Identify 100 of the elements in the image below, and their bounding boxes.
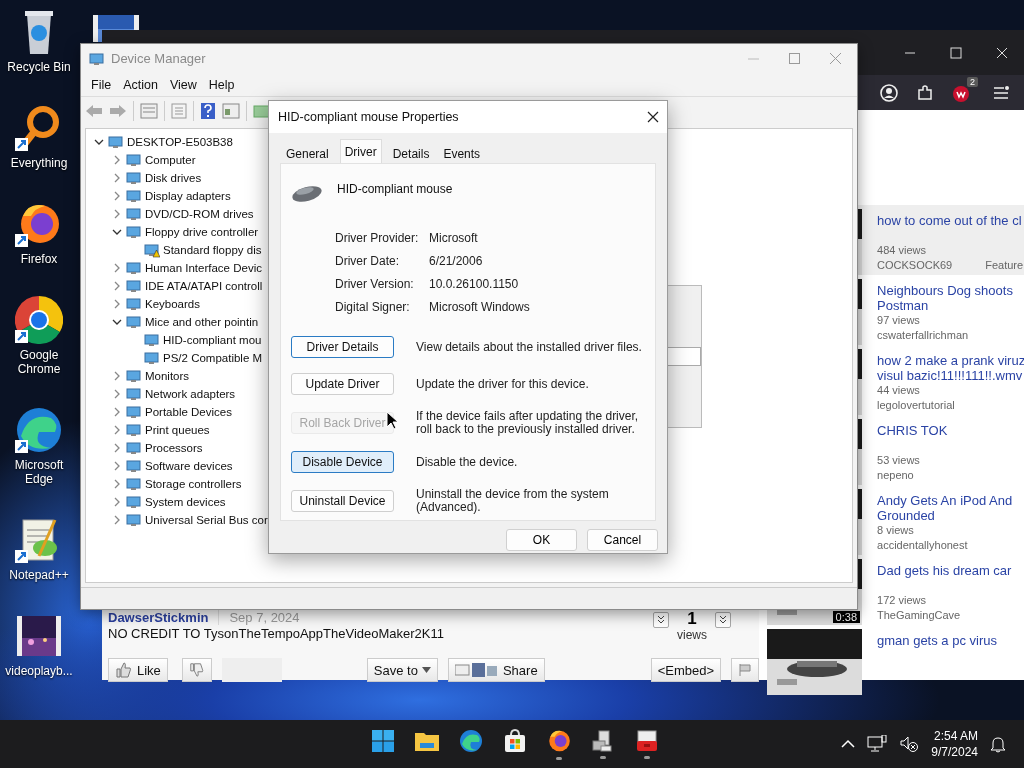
- device-icon: [126, 224, 142, 240]
- dialog-button[interactable]: OK: [506, 529, 577, 551]
- tree-item[interactable]: Monitors: [145, 370, 190, 382]
- tree-item[interactable]: Network adapters: [145, 388, 236, 400]
- tree-item[interactable]: Display adapters: [145, 190, 231, 202]
- tree-item[interactable]: Floppy drive controller: [145, 226, 259, 238]
- chevron-up-icon[interactable]: [841, 739, 856, 749]
- video-title-link[interactable]: Andy Gets An iPod And Grounded: [877, 493, 1024, 523]
- video-title-link[interactable]: Dad gets his dream car: [877, 563, 1024, 593]
- tree-item[interactable]: Universal Serial Bus cor: [145, 514, 268, 526]
- close-icon[interactable]: [647, 111, 659, 123]
- driver-action-button[interactable]: Update Driver: [291, 373, 394, 395]
- desktop-icon-label[interactable]: Everything: [10, 156, 68, 170]
- save-to-button[interactable]: Save to: [366, 658, 438, 682]
- wave-logo-icon[interactable]: [459, 729, 483, 753]
- help-icon[interactable]: [200, 101, 216, 120]
- store-bag-icon[interactable]: [503, 729, 527, 753]
- tree-item[interactable]: HID-compliant mou: [163, 334, 262, 346]
- info-value: 6/21/2006: [429, 254, 484, 268]
- channel-link[interactable]: DawserStickmin: [108, 610, 209, 625]
- muted-speaker-icon[interactable]: [899, 735, 920, 753]
- desktop-icon-label[interactable]: Microsoft Edge: [0, 458, 78, 486]
- driver-action-button[interactable]: Uninstall Device: [291, 490, 394, 512]
- expand-caret-icon[interactable]: [111, 317, 122, 327]
- tree-item[interactable]: IDE ATA/ATAPI controll: [145, 280, 263, 292]
- uploader-name: nepeno: [877, 468, 914, 483]
- computer-device-icon[interactable]: [591, 729, 615, 753]
- properties-icon[interactable]: [222, 102, 240, 119]
- info-value: Microsoft: [429, 231, 479, 245]
- tree-item[interactable]: Portable Devices: [145, 406, 232, 418]
- uploader-name: cswaterfallrichman: [877, 328, 969, 343]
- tab[interactable]: Driver: [339, 139, 382, 163]
- action-description: Uninstall the device from the system (Advanced).: [416, 488, 610, 514]
- expand-button[interactable]: [715, 612, 732, 628]
- expand-button[interactable]: [653, 612, 669, 628]
- device-icon: [108, 134, 124, 150]
- tree-item[interactable]: Mice and other pointin: [145, 316, 259, 328]
- folder-icon[interactable]: [414, 730, 440, 752]
- tree-item[interactable]: Human Interface Devic: [145, 262, 262, 274]
- desktop-icon-label[interactable]: Notepad++: [9, 568, 69, 582]
- video-title-link[interactable]: gman gets a pc virus: [877, 633, 1024, 663]
- menu-item[interactable]: Action: [117, 77, 164, 92]
- driver-action-button[interactable]: Disable Device: [291, 451, 394, 473]
- dislike-button[interactable]: [181, 658, 212, 682]
- tab[interactable]: General: [281, 143, 334, 163]
- device-icon: [126, 188, 142, 204]
- tree-item[interactable]: System devices: [145, 496, 226, 508]
- device-icon: [126, 296, 142, 312]
- video-title-link[interactable]: how to come out of the cl: [877, 213, 1024, 243]
- start-button[interactable]: [371, 729, 395, 753]
- wave-logo-icon[interactable]: [15, 406, 63, 454]
- bell-icon[interactable]: [990, 735, 1006, 753]
- account-icon[interactable]: [880, 83, 898, 102]
- video-title-link[interactable]: how 2 make a prank viruz visul bazic!11!!!111!!.wmv: [877, 353, 1024, 383]
- desktop-icon-label[interactable]: videoplayb...: [5, 664, 73, 678]
- duration-label: 0:38: [832, 611, 861, 623]
- tree-item[interactable]: Print queues: [145, 424, 210, 436]
- clock-time[interactable]: 2:54 AM: [933, 728, 978, 744]
- info-label: Driver Version:: [335, 277, 415, 291]
- driver-action-button[interactable]: Driver Details: [291, 336, 394, 358]
- tab[interactable]: Events: [438, 143, 486, 163]
- tree-item[interactable]: PS/2 Compatible M: [163, 352, 263, 364]
- fox-logo-icon[interactable]: [546, 728, 572, 754]
- action-description: Disable the device.: [416, 455, 518, 469]
- menu-icon[interactable]: [992, 83, 1010, 102]
- embed-button[interactable]: <Embed>: [650, 658, 722, 682]
- featured-label: Feature: [985, 258, 1024, 273]
- tree-item[interactable]: Standard floppy dis: [163, 244, 262, 256]
- tree-item[interactable]: Storage controllers: [145, 478, 242, 490]
- expand-caret-icon[interactable]: [111, 227, 122, 237]
- tree-item[interactable]: Disk drives: [145, 172, 202, 184]
- ring-logo-icon[interactable]: [15, 296, 63, 344]
- tree-item[interactable]: Software devices: [145, 460, 233, 472]
- desktop-icon-label[interactable]: Google Chrome: [0, 348, 78, 376]
- tree-item[interactable]: DESKTOP-E503B38: [127, 136, 233, 148]
- info-label: Driver Provider:: [335, 231, 420, 245]
- dialog-button[interactable]: Cancel: [587, 529, 658, 551]
- menu-item[interactable]: Help: [202, 77, 241, 92]
- view-count: 44 views: [877, 383, 921, 398]
- share-button[interactable]: Share: [447, 658, 545, 682]
- video-title-link[interactable]: CHRIS TOK: [877, 423, 1024, 453]
- toolbox-icon[interactable]: [635, 729, 659, 753]
- video-title-link[interactable]: Neighbours Dog shoots Postman: [877, 283, 1024, 313]
- tree-item[interactable]: Processors: [145, 442, 203, 454]
- tree-item[interactable]: Computer: [145, 154, 196, 166]
- tab[interactable]: Details: [387, 143, 435, 163]
- dialog-title: HID-compliant mouse Properties: [278, 110, 459, 124]
- info-value: Microsoft Windows: [429, 300, 531, 314]
- tree-item[interactable]: Keyboards: [145, 298, 200, 310]
- window-title: Device Manager: [111, 51, 207, 66]
- puzzle-icon[interactable]: [916, 83, 934, 102]
- expand-caret-icon[interactable]: [93, 137, 104, 147]
- clock-date[interactable]: 9/7/2024: [931, 744, 978, 760]
- menu-item[interactable]: View: [163, 77, 203, 92]
- menu-item[interactable]: File: [85, 77, 118, 92]
- network-icon[interactable]: [867, 735, 888, 753]
- tree-item[interactable]: DVD/CD-ROM drives: [145, 208, 254, 220]
- like-button[interactable]: Like: [108, 658, 168, 682]
- desktop-icon-label[interactable]: Recycle Bin: [7, 60, 71, 74]
- desktop-icon-label[interactable]: Firefox: [20, 252, 58, 266]
